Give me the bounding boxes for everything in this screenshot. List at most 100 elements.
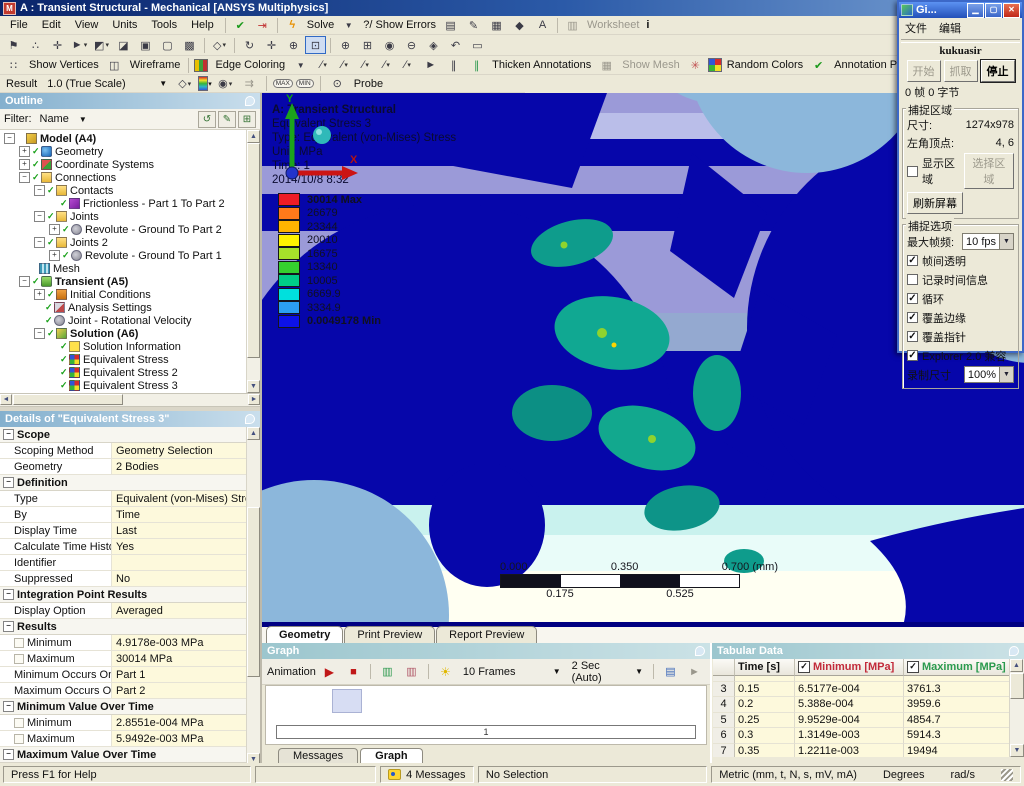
details-row[interactable]: Minimum4.9178e-003 MPa xyxy=(0,635,247,651)
show-region-checkbox[interactable]: 显示区域 xyxy=(907,154,964,189)
tree-hscrollbar[interactable]: ◄ ► xyxy=(0,394,260,407)
coordinates-icon[interactable]: ∴ xyxy=(25,36,46,54)
text-label-icon[interactable]: A xyxy=(532,16,553,34)
details-row[interactable]: TypeEquivalent (von-Mises) Stress xyxy=(0,491,247,507)
capture-title-bar[interactable]: Gi... ▁ ▢ ✕ xyxy=(899,2,1022,18)
details-value[interactable]: Last xyxy=(112,523,247,538)
tree-item[interactable]: ✓Analysis Settings xyxy=(0,301,247,314)
view-cube-icon[interactable]: ◇▾ xyxy=(209,36,230,54)
info-button[interactable]: i xyxy=(643,19,652,31)
gif-capture-window[interactable]: Gi... ▁ ▢ ✕ 文件编辑 kukuasir 开始 抓取 停止 0 帧 0… xyxy=(897,0,1024,353)
figure-icon[interactable]: ▦ xyxy=(486,16,507,34)
details-value[interactable]: 5.9492e-003 MPa xyxy=(112,731,247,746)
table-cell[interactable]: 9.9529e-004 xyxy=(795,713,904,729)
edit-filter-icon[interactable]: ✎ xyxy=(218,111,236,128)
details-row[interactable]: Calculate Time HistoryYes xyxy=(0,539,247,555)
tree-item[interactable]: ✓Joint - Rotational Velocity xyxy=(0,314,247,327)
scoped-bars-icon[interactable]: ∥ xyxy=(443,56,464,74)
bulb-icon[interactable]: ☀ xyxy=(435,663,456,681)
table-cell[interactable]: 19494 xyxy=(904,744,1010,758)
table-cell[interactable]: 3959.6 xyxy=(904,697,1010,713)
capture-menu-item[interactable]: 文件 xyxy=(905,20,927,36)
stop-icon[interactable]: ■ xyxy=(343,663,364,681)
play-circle-icon[interactable]: ► xyxy=(684,663,705,681)
timeline-bar[interactable]: 1 xyxy=(276,725,696,739)
frames-combo[interactable]: 10 Frames ▼ xyxy=(459,665,565,679)
tabular-column-header[interactable]: ✓Minimum [MPa] xyxy=(795,659,904,676)
status-messages[interactable]: 4 Messages xyxy=(380,766,474,783)
xyz-pick-icon[interactable]: ✛ xyxy=(47,36,68,54)
start-button[interactable]: 开始 xyxy=(907,60,941,82)
table-row[interactable]: 40.25.388e-0043959.6 xyxy=(713,697,1010,713)
scroll-right-icon[interactable]: ► xyxy=(248,394,260,405)
legend-display-icon[interactable]: ▾ xyxy=(198,76,212,91)
table-cell[interactable]: 4854.7 xyxy=(904,713,1010,729)
scroll-up-icon[interactable]: ▲ xyxy=(247,427,260,440)
capture-menu-item[interactable]: 编辑 xyxy=(939,20,961,36)
table-cell[interactable]: 3761.3 xyxy=(904,682,1010,698)
connect-refresh-icon[interactable]: ⇥ xyxy=(252,16,273,34)
table-row[interactable]: 70.351.2211e-00319494 xyxy=(713,744,1010,758)
tree-item[interactable]: −✓Contacts xyxy=(0,184,247,197)
maximize-icon[interactable]: ▢ xyxy=(985,3,1002,18)
duration-combo[interactable]: 2 Sec (Auto) ▼ xyxy=(568,659,647,685)
record-size-combo[interactable]: 100%▼ xyxy=(964,366,1014,383)
table-cell[interactable]: 1.2211e-003 xyxy=(795,744,904,758)
section-expander-icon[interactable]: − xyxy=(3,429,14,440)
title-bar[interactable]: M A : Transient Structural - Mechanical … xyxy=(0,0,1024,16)
tabular-column-header[interactable]: ✓Maximum [MPa] xyxy=(904,659,1010,676)
scroll-up-icon[interactable]: ▲ xyxy=(247,130,260,143)
tree-expander-icon[interactable]: − xyxy=(19,172,30,183)
capture-option-checkbox[interactable]: ✓Explorer 2.0 兼容 xyxy=(907,346,1014,365)
details-row[interactable]: ByTime xyxy=(0,507,247,523)
table-cell[interactable]: 0.35 xyxy=(735,744,795,758)
section-expander-icon[interactable]: − xyxy=(3,621,14,632)
details-row[interactable]: Maximum Occurs OnPart 2 xyxy=(0,683,247,699)
menu-file[interactable]: File xyxy=(3,17,35,33)
zoom-fit-icon[interactable]: ◉ xyxy=(379,36,400,54)
details-row[interactable]: Identifier xyxy=(0,555,247,571)
random-colors-button[interactable]: Random Colors xyxy=(724,59,806,71)
tree-item[interactable]: −✓Solution (A6) xyxy=(0,327,247,340)
probe-button[interactable]: Probe xyxy=(351,78,386,90)
tree-expander-icon[interactable]: + xyxy=(34,289,45,300)
details-section-header[interactable]: −Scope xyxy=(0,427,247,443)
table-cell[interactable]: 0.2 xyxy=(735,697,795,713)
tab-geometry[interactable]: Geometry xyxy=(266,626,343,643)
wireframe-button[interactable]: Wireframe xyxy=(127,59,184,71)
scroll-thumb[interactable] xyxy=(1010,673,1024,699)
show-max-icon[interactable]: MAX xyxy=(273,79,293,88)
edge-direction-option-1[interactable]: ∕▾ xyxy=(313,56,334,74)
pin-icon[interactable] xyxy=(245,414,255,424)
result-scale-combo[interactable]: 1.0 (True Scale) ▼ xyxy=(43,77,171,91)
details-row[interactable]: Maximum30014 MPa xyxy=(0,651,247,667)
checkbox-icon[interactable]: ✓ xyxy=(907,661,919,673)
zoom-in-icon[interactable]: ⊕ xyxy=(335,36,356,54)
iso-view-icon[interactable]: ◈ xyxy=(423,36,444,54)
grab-button[interactable]: 抓取 xyxy=(944,60,978,82)
edge-direction-option-3[interactable]: ∕▾ xyxy=(355,56,376,74)
select-vertex-icon[interactable]: ◩▾ xyxy=(91,36,112,54)
scroll-thumb[interactable] xyxy=(13,394,123,405)
scroll-thumb[interactable] xyxy=(247,143,260,358)
table-cell[interactable]: 0.25 xyxy=(735,713,795,729)
checkbox-icon[interactable]: ✓ xyxy=(798,661,810,673)
select-edge-icon[interactable]: ◪ xyxy=(113,36,134,54)
mesh-axes-icon[interactable]: ✳ xyxy=(685,56,706,74)
edge-direction-option-4[interactable]: ∕▾ xyxy=(376,56,397,74)
select-mode-icon[interactable]: ►▾ xyxy=(69,36,90,54)
expand-all-icon[interactable]: ⊞ xyxy=(238,111,256,128)
tab-graph[interactable]: Graph xyxy=(360,748,422,764)
tree-vscrollbar[interactable]: ▲ ▼ xyxy=(246,130,260,393)
show-errors-button[interactable]: ?/ Show Errors xyxy=(360,19,439,31)
box-zoom-icon[interactable]: ⊡ xyxy=(305,36,326,54)
details-value[interactable]: 2.8551e-004 MPa xyxy=(112,715,247,730)
new-section-icon[interactable]: ▤ xyxy=(440,16,461,34)
tree-expander-icon[interactable]: − xyxy=(34,185,45,196)
details-value[interactable]: Part 1 xyxy=(112,667,247,682)
details-row[interactable]: Maximum5.9492e-003 MPa xyxy=(0,731,247,747)
show-vertices-button[interactable]: Show Vertices xyxy=(26,59,102,71)
anim-chart1-icon[interactable]: ▥ xyxy=(377,663,398,681)
table-cell[interactable]: 6 xyxy=(713,728,735,744)
edge-coloring-button[interactable]: Edge Coloring xyxy=(212,59,288,71)
